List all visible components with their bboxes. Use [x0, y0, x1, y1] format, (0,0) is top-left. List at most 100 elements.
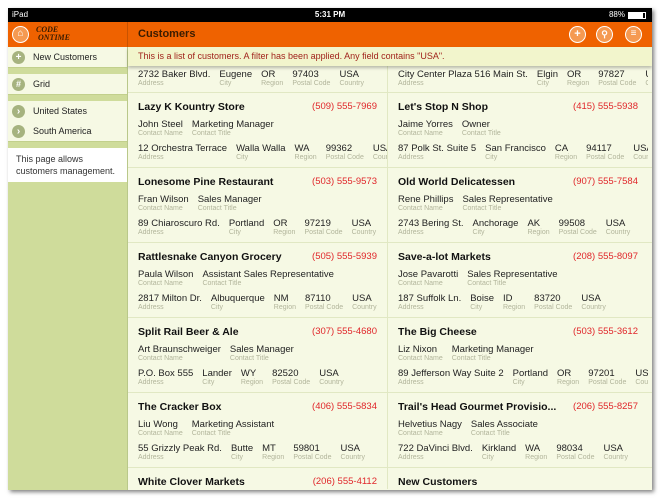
chevron-right-icon: › [12, 124, 25, 138]
customer-list[interactable]: 2732 Baker Blvd. Address Eugene City OR Regio… [128, 66, 652, 489]
phone-number[interactable]: (206) 555-8257 [573, 401, 638, 412]
field: USACountry [340, 443, 365, 462]
field-label: Region [240, 379, 264, 386]
phone-number[interactable]: (406) 555-5834 [312, 401, 377, 412]
field: Liu Wong Contact Name [138, 419, 183, 438]
field-value: USA [339, 69, 359, 80]
field-label: Country [633, 154, 648, 161]
field: Assistant Sales Representative Contact Ti… [202, 269, 333, 288]
field-label: Region [525, 454, 548, 461]
phone-number[interactable]: (503) 555-9573 [312, 176, 377, 187]
field: Sales Representative Contact Title [462, 194, 552, 213]
customer-card[interactable]: 2732 Baker Blvd. Address Eugene City OR Regio… [128, 66, 388, 93]
field-value: Butte [230, 443, 254, 454]
search-button[interactable]: ⚲ [596, 26, 613, 43]
field-value: 89 Chiaroscuro Rd. [138, 218, 220, 229]
field-label: Country [352, 304, 377, 311]
home-button[interactable]: ⌂ [12, 26, 29, 43]
field-value: 89 Jefferson Way Suite 2 [398, 368, 504, 379]
field-value: USA [605, 218, 626, 229]
field-label: City [470, 304, 483, 311]
field-label: Address [398, 229, 424, 236]
field: 82520 Postal Code [272, 368, 310, 387]
field-label: Postal Code [586, 154, 625, 161]
field-label: City [481, 454, 494, 461]
phone-number[interactable]: (503) 555-3612 [573, 326, 638, 337]
customer-card[interactable]: Rattlesnake Canyon Grocery (505) 555-5939… [128, 243, 388, 317]
customer-card[interactable]: Lonesome Pine Restaurant (503) 555-9573 Fr… [128, 168, 388, 242]
field: Marketing Manager Contact Title [192, 119, 274, 138]
field-label: Contact Name [398, 430, 443, 437]
customer-card[interactable]: Split Rail Beer & Ale (307) 555-4680 Art B… [128, 318, 388, 392]
field-value: Eugene [219, 69, 253, 80]
sidebar-item-south-america[interactable]: › South America [8, 121, 127, 141]
address-line: 2743 Bering St. Address Anchorage City AK Reg… [398, 218, 630, 237]
phone-number[interactable]: (907) 555-7584 [573, 176, 638, 187]
sidebar-item-label: Grid [33, 79, 51, 89]
field: MT Region [262, 443, 284, 462]
page-description: This page allows customers management. [8, 148, 127, 182]
customer-card[interactable]: Lazy K Kountry Store (509) 555-7969 John S… [128, 93, 388, 167]
field-value: 87110 [304, 293, 331, 304]
field-label: Contact Title [462, 205, 502, 212]
company-name: Lonesome Pine Restaurant [138, 176, 274, 188]
add-button[interactable]: + [569, 26, 586, 43]
customer-card[interactable]: The Cracker Box (406) 555-5834 Liu Wong Con… [128, 393, 388, 467]
field: Helvetius Nagy Contact Name [398, 419, 462, 438]
field-label: Postal Code [598, 80, 637, 87]
customer-card[interactable]: City Center Plaza 516 Main St. Address Elg… [388, 66, 648, 93]
field-label: City [210, 304, 223, 311]
field-label: Contact Name [398, 355, 443, 362]
list-row: The Cracker Box (406) 555-5834 Liu Wong Con… [128, 393, 652, 468]
contact-line: Liu Wong Contact Name Marketing Assistant C… [138, 419, 274, 438]
menu-button[interactable]: ≡ [625, 26, 642, 43]
field: Walla Walla City [236, 143, 285, 162]
field: USACountry [645, 69, 648, 88]
field: USACountry [373, 143, 387, 162]
customer-card[interactable]: Old World Delicatessen (907) 555-7584 Rene… [388, 168, 648, 242]
field: Liz Nixon Contact Name [398, 344, 443, 363]
field: John Steel Contact Name [138, 119, 183, 138]
field-label: Region [273, 229, 296, 236]
phone-number[interactable]: (505) 555-5939 [312, 251, 377, 262]
customer-card[interactable]: White Clover Markets (206) 555-4112 [128, 468, 388, 489]
sidebar-item-label: United States [33, 106, 88, 116]
field-label: Address [398, 154, 424, 161]
sidebar-item-new-customers[interactable]: + New Customers [8, 47, 127, 67]
field-value: AK [527, 218, 541, 229]
phone-number[interactable]: (415) 555-5938 [573, 101, 638, 112]
field-value: San Francisco [485, 143, 546, 154]
sidebar-item-grid[interactable]: # Grid [8, 74, 127, 94]
field-label: Contact Title [461, 130, 501, 137]
field-value: 12 Orchestra Terrace [138, 143, 228, 154]
phone-number[interactable]: (509) 555-7969 [312, 101, 377, 112]
field: Jaime Yorres Contact Name [398, 119, 453, 138]
field-value: USA [352, 293, 372, 304]
field-value: WY [240, 368, 257, 379]
field: Sales Associate Contact Title [471, 419, 538, 438]
field-label: Postal Code [588, 379, 627, 386]
phone-number[interactable]: (206) 555-4112 [313, 476, 377, 487]
customer-card[interactable]: Trail's Head Gourmet Provisio... (206) 55… [388, 393, 648, 467]
address-line: 55 Grizzly Peak Rd. Address Butte City MT Reg… [138, 443, 365, 462]
field: P.O. Box 555 Address [138, 368, 193, 387]
field-value: OR [261, 69, 276, 80]
field-value: OR [273, 218, 288, 229]
field-value: Art Braunschweiger [138, 344, 221, 355]
phone-number[interactable]: (307) 555-4680 [312, 326, 377, 337]
plus-icon: + [12, 50, 25, 64]
sidebar-item-united-states[interactable]: › United States [8, 101, 127, 121]
customer-card[interactable]: Save-a-lot Markets (208) 555-8097 Jose Pav… [388, 243, 648, 317]
field-value: 97827 [598, 69, 625, 80]
customer-card[interactable]: The Big Cheese (503) 555-3612 Liz Nixon Con… [388, 318, 648, 392]
field-value: Boise [470, 293, 494, 304]
field: WA Region [295, 143, 317, 162]
field: Jose Pavarotti Contact Name [398, 269, 458, 288]
phone-number[interactable]: (208) 555-8097 [573, 251, 638, 262]
contact-line: Liz Nixon Contact Name Marketing Manager Co… [398, 344, 534, 363]
field: Elgin City [537, 69, 558, 88]
customer-card[interactable]: New Customers [388, 468, 648, 489]
grid-icon: # [12, 77, 25, 91]
field: USACountry [603, 443, 628, 462]
customer-card[interactable]: Let's Stop N Shop (415) 555-5938 Jaime Yor… [388, 93, 648, 167]
